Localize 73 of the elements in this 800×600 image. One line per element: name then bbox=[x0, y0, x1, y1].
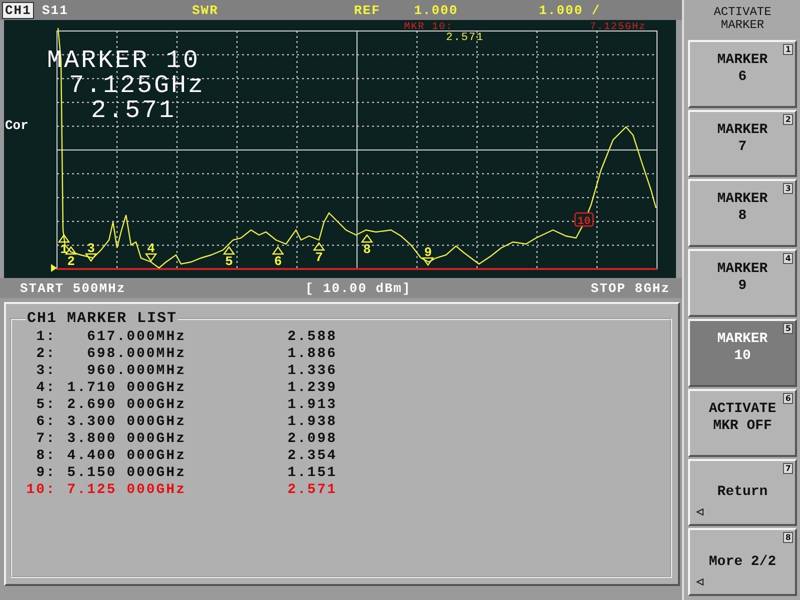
marker-number: 7 bbox=[315, 250, 323, 265]
marker-number: 4 bbox=[147, 241, 155, 256]
marker-index: 2: bbox=[35, 346, 56, 363]
marker-index: 8: bbox=[35, 448, 56, 465]
marker-number: 9 bbox=[424, 245, 432, 260]
ref-label: REF bbox=[354, 2, 382, 18]
marker-list-title: CH1 MARKER LIST bbox=[26, 310, 178, 327]
marker-value: 2.588 bbox=[286, 329, 337, 346]
marker-value: 1.938 bbox=[286, 414, 337, 431]
correction-label: Cor bbox=[4, 117, 30, 135]
softkey-number: 1 bbox=[783, 44, 793, 55]
ref-value: 1.000 bbox=[414, 2, 460, 18]
marker-value: 2.098 bbox=[286, 431, 337, 448]
softkey-button[interactable]: MARKER 8 3 bbox=[688, 179, 797, 248]
marker-annotation-value: 2.571 bbox=[446, 32, 484, 44]
softkey-button[interactable]: ACTIVATE MKR OFF 6 bbox=[688, 388, 797, 457]
power-level: [ 10.00 dBm] bbox=[305, 280, 412, 296]
boxed-marker: 10 bbox=[574, 212, 594, 228]
softkey-button[interactable]: Return 7 bbox=[688, 458, 797, 526]
parameter-label: S11 bbox=[42, 2, 70, 18]
marker-frequency: 617.000MHz bbox=[86, 329, 186, 346]
marker-number: 2 bbox=[67, 254, 75, 269]
softkey-number: 5 bbox=[783, 323, 793, 334]
marker-value: 1.151 bbox=[286, 465, 337, 482]
marker-value: 1.886 bbox=[286, 346, 337, 363]
softkey-button[interactable]: MARKER 6 1 bbox=[688, 40, 797, 108]
start-frequency: START 500MHz bbox=[20, 280, 126, 296]
marker-frequency: 3.800 000GHz bbox=[66, 431, 186, 448]
marker-number: 6 bbox=[274, 254, 282, 269]
marker-frequency: 4.400 000GHz bbox=[66, 448, 186, 465]
marker-frequency: 960.000MHz bbox=[86, 363, 186, 380]
marker-frequency: 5.150 000GHz bbox=[66, 465, 186, 482]
marker-index: 9: bbox=[35, 465, 56, 482]
softkey-number: 4 bbox=[783, 253, 793, 264]
softkey-number: 3 bbox=[783, 183, 793, 194]
reference-pointer-icon bbox=[51, 264, 57, 272]
marker-index: 6: bbox=[35, 414, 56, 431]
marker-value: 2.354 bbox=[286, 448, 337, 465]
marker-index: 4: bbox=[35, 380, 56, 397]
marker-annotation-frequency: 7.125GHz bbox=[590, 22, 646, 33]
softkey-number: 6 bbox=[783, 392, 793, 404]
marker-annotation-label: MKR 10: bbox=[404, 22, 454, 33]
marker-frequency: 3.300 000GHz bbox=[66, 414, 186, 431]
softkey-number: 7 bbox=[783, 462, 793, 474]
marker-index: 10: bbox=[26, 482, 56, 499]
marker-number: 3 bbox=[87, 241, 95, 256]
softkey-button[interactable]: MARKER 10 5 bbox=[688, 319, 797, 387]
marker-index: 1: bbox=[35, 329, 56, 346]
softkey-button[interactable]: More 2/2 8 bbox=[688, 528, 797, 596]
marker-index: 7: bbox=[35, 431, 56, 448]
marker-value: 1.239 bbox=[286, 380, 337, 397]
marker-frequency: 7.125 000GHz bbox=[66, 482, 186, 499]
softkey-number: 8 bbox=[783, 532, 793, 544]
marker-frequency: 2.690 000GHz bbox=[66, 397, 186, 414]
softkey-number: 2 bbox=[783, 114, 793, 125]
channel-label[interactable]: CH1 bbox=[2, 2, 34, 18]
marker-number: 8 bbox=[363, 242, 371, 257]
marker-index: 5: bbox=[35, 397, 56, 414]
stop-frequency: STOP 8GHz bbox=[590, 280, 670, 296]
marker-value: 1.913 bbox=[286, 397, 337, 414]
softkey-button[interactable]: MARKER 9 4 bbox=[688, 249, 797, 317]
marker-index: 3: bbox=[35, 363, 56, 380]
marker-frequency: 698.000MHz bbox=[86, 346, 186, 363]
scale-value: 1.000 / bbox=[539, 2, 602, 18]
softkey-button[interactable]: MARKER 7 2 bbox=[688, 110, 797, 178]
menu-title: ACTIVATE MARKER bbox=[712, 4, 772, 34]
marker-number: 5 bbox=[225, 254, 233, 269]
format-label: SWR bbox=[192, 2, 220, 18]
marker-value: 2.571 bbox=[286, 482, 337, 499]
marker-readout-value: 2.571 bbox=[90, 98, 178, 123]
marker-frequency: 1.710 000GHz bbox=[66, 380, 186, 397]
marker-value: 1.336 bbox=[286, 363, 337, 380]
marker-readout-frequency: 7.125GHz bbox=[68, 73, 206, 98]
